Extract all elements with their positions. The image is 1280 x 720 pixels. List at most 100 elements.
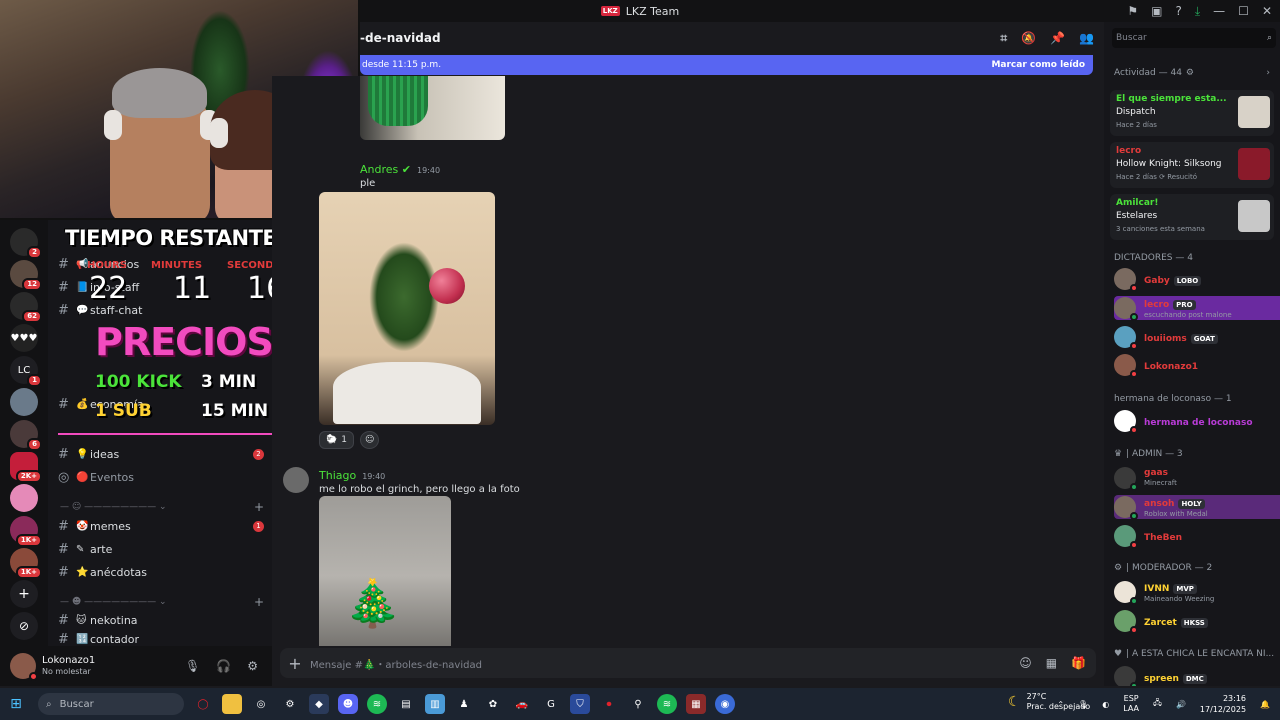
mark-read-button[interactable]: Marcar como leído (991, 60, 1085, 70)
spotify-icon[interactable]: ≋ (367, 694, 387, 714)
minimize-icon[interactable]: — (1213, 4, 1225, 18)
volume-icon[interactable]: 🔊 (1176, 700, 1186, 709)
clock[interactable]: 23:16 17/12/2025 (1200, 693, 1246, 715)
close-icon[interactable]: ✕ (1262, 4, 1272, 18)
apps-icon[interactable]: ▦ (1046, 656, 1057, 670)
windows-start-icon[interactable]: ⊞ (6, 694, 26, 714)
server-icon[interactable]: ♥♥♥ (10, 324, 38, 352)
notes-icon[interactable]: ▥ (425, 694, 445, 714)
message-image[interactable] (360, 76, 505, 140)
server-icon[interactable]: 1K+ (10, 548, 42, 579)
channel-item[interactable]: # 🐱 nekotina (58, 610, 264, 630)
app-icon[interactable]: ♟ (454, 694, 474, 714)
emoji-icon[interactable]: ☺ (1019, 656, 1032, 670)
opera-icon[interactable]: ◯ (193, 694, 213, 714)
network-icon[interactable]: 🖧 (1153, 697, 1162, 711)
avatar[interactable] (283, 467, 309, 493)
folder-icon[interactable] (222, 694, 242, 714)
app-tray-icon[interactable]: ◐ (1102, 700, 1109, 709)
member-item[interactable]: spreen DMC (1114, 665, 1280, 686)
channel-item[interactable]: # 🔢 contador (58, 632, 264, 646)
steam-icon[interactable]: ⚙ (280, 694, 300, 714)
server-icon[interactable] (10, 388, 38, 416)
message-image[interactable]: 🎄 (319, 496, 451, 646)
app-icon[interactable]: ◉ (715, 694, 735, 714)
member-item[interactable]: hermana de loconaso (1114, 409, 1280, 434)
members-icon[interactable]: 👥 (1079, 31, 1094, 46)
add-channel-icon[interactable]: + (254, 500, 264, 514)
member-item[interactable]: gaas Minecraft (1114, 466, 1280, 491)
app-icon[interactable]: ⏺ (599, 694, 619, 714)
app-icon[interactable]: ✿ (483, 694, 503, 714)
threads-icon[interactable]: ⌗ (1000, 31, 1007, 46)
member-item[interactable]: lecro PRO escuchando post malone (1114, 296, 1280, 321)
server-icon[interactable]: 62 (10, 292, 42, 323)
notification-icon[interactable]: 🔔 (1260, 700, 1270, 709)
maximize-icon[interactable]: ☐ (1238, 4, 1249, 18)
microphone-icon[interactable]: 🎙 (1078, 700, 1088, 709)
server-icon[interactable]: 1K+ (10, 516, 42, 547)
pin-icon[interactable]: 📌 (1050, 31, 1065, 46)
microphone-icon[interactable]: 🎙 (185, 659, 200, 673)
help-icon[interactable]: ? (1175, 4, 1181, 18)
activity-card[interactable]: Amilcar! Estelares 3 canciones esta sema… (1110, 194, 1274, 240)
server-icon[interactable]: 2 (10, 228, 42, 259)
channel-item[interactable]: # 💡 ideas 2 (58, 444, 264, 464)
app-icon[interactable]: ▤ (396, 694, 416, 714)
member-item[interactable]: TheBen (1114, 524, 1280, 549)
shield-icon[interactable]: ⛉ (570, 694, 590, 714)
app-icon[interactable]: ▦ (686, 694, 706, 714)
server-icon[interactable] (10, 484, 38, 512)
app-icon[interactable]: G (541, 694, 561, 714)
discord-icon[interactable]: ☻ (338, 694, 358, 714)
screen-icon[interactable]: ▣ (1151, 4, 1162, 18)
activity-card[interactable]: El que siempre esta... Dispatch Hace 2 d… (1110, 90, 1274, 136)
add-reaction-button[interactable]: ☺ (359, 431, 380, 449)
server-icon[interactable]: 6 (10, 420, 42, 451)
member-item[interactable]: Lokonazo1 (1114, 353, 1280, 378)
message-input[interactable]: Mensaje #🎄・arboles-de-navidad (310, 656, 482, 671)
chrome-icon[interactable]: ◎ (251, 694, 271, 714)
discover-icon[interactable]: ⊘ (10, 612, 38, 640)
language-indicator[interactable]: ESP LAA (1123, 694, 1139, 714)
flag-icon[interactable]: ⚑ (1127, 4, 1138, 18)
mute-icon[interactable]: 🔕 (1021, 31, 1036, 46)
add-channel-icon[interactable]: + (254, 595, 264, 609)
search-input[interactable]: Buscar ⌕ (1112, 28, 1276, 48)
member-item[interactable]: IVNN MVP Maineando Weezing (1114, 580, 1280, 605)
channel-item[interactable]: # 🤡 memes 1 (58, 516, 264, 536)
message-author[interactable]: Andres ✔ 19:40 (360, 163, 440, 176)
taskbar-search[interactable]: ⌕ Buscar (38, 693, 184, 715)
attach-icon[interactable]: + (280, 654, 310, 673)
chevron-right-icon[interactable]: › (1266, 68, 1270, 78)
reaction-button[interactable]: 🐑 1 (319, 431, 354, 449)
car-icon[interactable]: 🚗 (512, 694, 532, 714)
add-server-icon[interactable]: + (10, 580, 38, 608)
channel-item[interactable]: # ✎ arte (58, 539, 264, 559)
avatar[interactable] (10, 653, 38, 681)
server-icon[interactable]: 2K+ (10, 452, 42, 483)
gear-icon[interactable]: ⚙ (1186, 68, 1194, 78)
server-icon[interactable]: LC 1 (10, 356, 42, 387)
member-item[interactable]: louiioms GOAT (1114, 325, 1280, 350)
gift-icon[interactable]: 🎁 (1071, 656, 1086, 670)
new-messages-banner[interactable]: desde 11:15 p.m. Marcar como leído (360, 55, 1093, 75)
download-icon[interactable]: ⤓ (1195, 4, 1200, 19)
channel-item[interactable]: # ⭐ anécdotas (58, 562, 264, 582)
gear-icon[interactable]: ⚙ (247, 659, 258, 673)
channel-item[interactable]: ◎ 🔴 Eventos (58, 467, 264, 487)
server-icon[interactable]: 12 (10, 260, 42, 291)
member-item[interactable]: ansoh HOLY Roblox with Medal (1114, 495, 1280, 520)
category-divider[interactable]: — ☻ ———————— ⌄ + (60, 595, 264, 609)
message-image[interactable] (319, 192, 495, 425)
spotify-icon[interactable]: ≋ (657, 694, 677, 714)
message-author[interactable]: Thiago 19:40 (319, 469, 385, 482)
member-item[interactable]: Zarcet HKSS (1114, 609, 1280, 634)
chevron-up-icon[interactable]: ⌃ (1057, 700, 1064, 709)
app-icon[interactable]: ◆ (309, 694, 329, 714)
activity-card[interactable]: lecro Hollow Knight: Silksong Hace 2 día… (1110, 142, 1274, 188)
message-composer[interactable]: + Mensaje #🎄・arboles-de-navidad ☺ ▦ 🎁 (280, 648, 1096, 678)
member-item[interactable]: Gaby LOBO (1114, 267, 1280, 292)
headphones-icon[interactable]: 🎧 (216, 659, 231, 673)
app-icon[interactable]: ⚲ (628, 694, 648, 714)
